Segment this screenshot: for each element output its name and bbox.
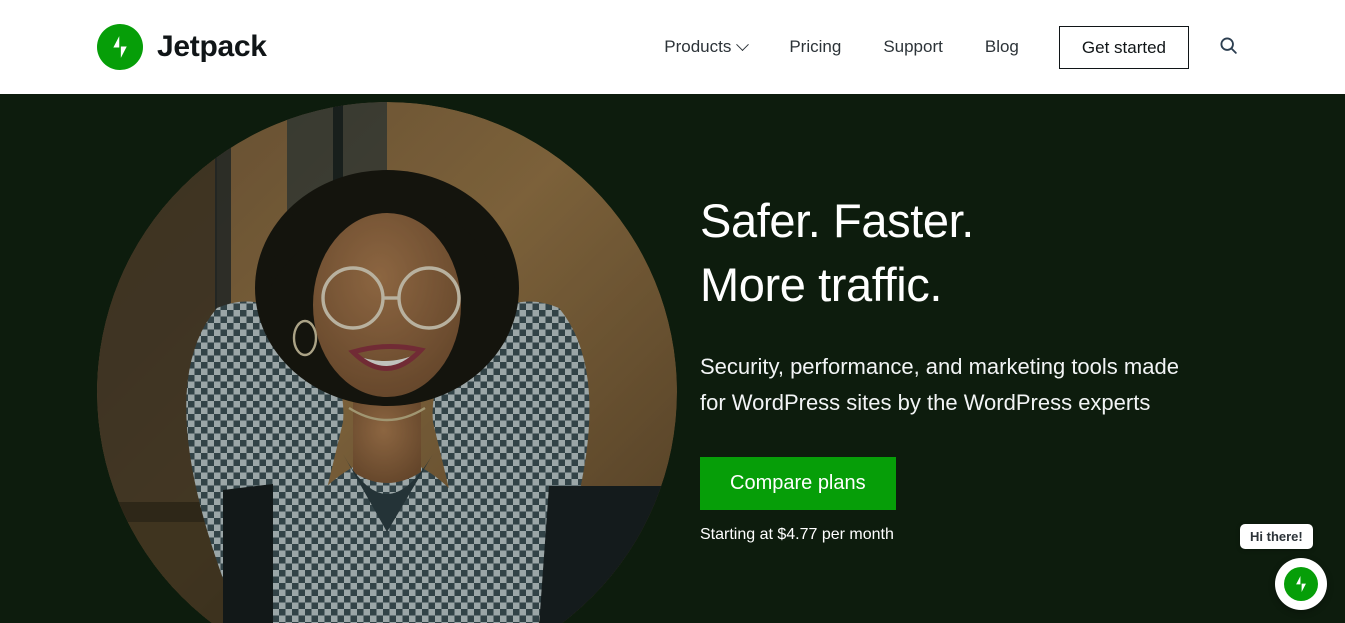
hero-section: Safer. Faster. More traffic. Security, p… [0, 94, 1345, 623]
nav-item-products[interactable]: Products [643, 37, 768, 57]
get-started-button[interactable]: Get started [1058, 25, 1189, 69]
hero-price-note: Starting at $4.77 per month [700, 526, 894, 544]
search-icon [1218, 35, 1239, 59]
nav-item-pricing[interactable]: Pricing [768, 37, 862, 57]
hero-subtitle: Security, performance, and marketing too… [700, 353, 1179, 416]
hero-image [97, 102, 677, 623]
site-header: Jetpack Products Pricing Support Blog Ge… [0, 0, 1345, 94]
primary-navigation: Products Pricing Support Blog Get starte… [643, 25, 1245, 69]
compare-plans-button[interactable]: Compare plans [700, 457, 896, 511]
hero-title-line-2: More traffic. [700, 257, 943, 311]
hero-title: Safer. Faster. More traffic. [700, 189, 1260, 317]
nav-item-blog[interactable]: Blog [964, 37, 1040, 57]
brand-name: Jetpack [157, 30, 267, 63]
chat-greeting-bubble[interactable]: Hi there! [1240, 524, 1313, 549]
nav-item-products-label: Products [664, 37, 732, 56]
nav-item-pricing-label: Pricing [789, 37, 842, 56]
chevron-down-icon [736, 37, 750, 51]
chat-launcher-button[interactable] [1275, 558, 1327, 610]
brand-logo-link[interactable]: Jetpack [97, 24, 267, 70]
jetpack-logo-icon [1284, 567, 1318, 601]
hero-title-line-1: Safer. Faster. [700, 194, 974, 247]
hero-copy: Safer. Faster. More traffic. Security, p… [700, 189, 1260, 544]
jetpack-logo-icon [97, 24, 143, 70]
jetpack-landing-page: Jetpack Products Pricing Support Blog Ge… [0, 0, 1345, 623]
nav-item-blog-label: Blog [984, 37, 1019, 56]
search-button[interactable] [1211, 30, 1245, 64]
nav-item-support-label: Support [883, 37, 943, 56]
nav-item-support[interactable]: Support [862, 37, 964, 57]
